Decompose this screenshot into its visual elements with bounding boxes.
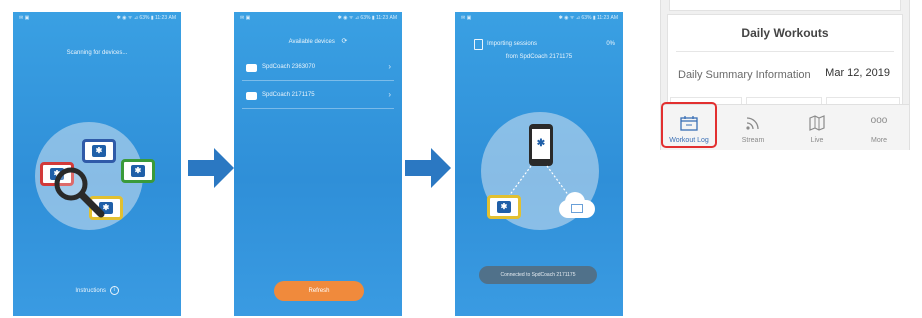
summary-date[interactable]: Mar 12, 2019	[825, 67, 890, 79]
refresh-icon[interactable]: ⟳	[342, 38, 348, 45]
arrow-right-icon	[405, 148, 451, 188]
instructions-label: Instructions	[75, 288, 106, 295]
status-left: ✉ ▣	[461, 15, 472, 21]
status-left: ✉ ▣	[19, 15, 30, 21]
map-icon	[809, 115, 825, 131]
connected-toast: Connected to SpdCoach 2171175	[479, 266, 597, 284]
workout-log-highlight	[661, 102, 717, 148]
device-row[interactable]: SpdCoach 2363070 ›	[242, 58, 394, 81]
document-icon	[474, 39, 483, 50]
importing-heading: Importing sessions	[487, 41, 538, 47]
tab-stream[interactable]: Stream	[725, 109, 781, 147]
import-progress: 0%	[606, 41, 615, 47]
status-bar: ✉ ▣ ✱ ◉ ᯤ ⊿ 63% ▮ 11:23 AM	[234, 12, 402, 24]
device-name: SpdCoach 2363070	[262, 64, 316, 70]
phone-screen-importing: ✉ ▣ ✱ ◉ ᯤ ⊿ 63% ▮ 11:23 AM Importing ses…	[455, 12, 623, 316]
phone-screen-scanning: ✉ ▣ ✱ ◉ ᯤ ⊿ 63% ▮ 11:23 AM Scanning for …	[13, 12, 181, 316]
available-heading: Available devices ⟳	[234, 37, 402, 45]
status-bar: ✉ ▣ ✱ ◉ ᯤ ⊿ 63% ▮ 11:23 AM	[455, 12, 623, 24]
more-icon: ooo	[870, 115, 888, 126]
cloud-icon	[551, 190, 595, 220]
rower-monitor-icon: ✱	[487, 195, 521, 219]
page-title: Daily Workouts	[741, 26, 829, 40]
status-right: ✱ ◉ ᯤ ⊿ 63% ▮ 11:23 AM	[558, 15, 618, 21]
refresh-button[interactable]: Refresh	[274, 281, 364, 301]
device-icon-green: ✱	[121, 159, 155, 183]
chevron-right-icon: ›	[388, 62, 391, 71]
top-card	[669, 0, 901, 11]
status-right: ✱ ◉ ᯤ ⊿ 63% ▮ 11:23 AM	[116, 15, 176, 21]
tab-live[interactable]: Live	[789, 109, 845, 147]
app-panel: Daily Workouts Daily Summary Information…	[660, 0, 910, 150]
status-right: ✱ ◉ ᯤ ⊿ 63% ▮ 11:23 AM	[337, 15, 397, 21]
instructions-link[interactable]: Instructions i	[13, 286, 181, 295]
info-icon: i	[109, 286, 119, 295]
tab-label: Stream	[741, 137, 765, 144]
phone-icon: ✱	[529, 124, 553, 166]
summary-label: Daily Summary Information	[678, 69, 811, 81]
arrow-right-icon	[188, 148, 234, 188]
phone-screen-available: ✉ ▣ ✱ ◉ ᯤ ⊿ 63% ▮ 11:23 AM Available dev…	[234, 12, 402, 316]
status-left: ✉ ▣	[240, 15, 251, 21]
divider	[676, 51, 894, 52]
magnifier-icon	[54, 167, 105, 218]
available-devices-label: Available devices	[288, 39, 335, 45]
tab-label: Live	[810, 137, 824, 144]
importing-source: from SpdCoach 2171175	[505, 54, 573, 60]
device-icon	[246, 64, 257, 72]
scanning-heading: Scanning for devices...	[66, 50, 128, 56]
chevron-right-icon: ›	[388, 90, 391, 99]
status-bar: ✉ ▣ ✱ ◉ ᯤ ⊿ 63% ▮ 11:23 AM	[13, 12, 181, 24]
tab-more[interactable]: ooo More	[851, 109, 907, 147]
device-icon	[246, 92, 257, 100]
signal-icon	[746, 117, 759, 130]
device-row[interactable]: SpdCoach 2171175 ›	[242, 86, 394, 109]
device-name: SpdCoach 2171175	[262, 92, 315, 98]
tab-label: More	[871, 137, 887, 144]
device-icon-blue: ✱	[82, 139, 116, 163]
